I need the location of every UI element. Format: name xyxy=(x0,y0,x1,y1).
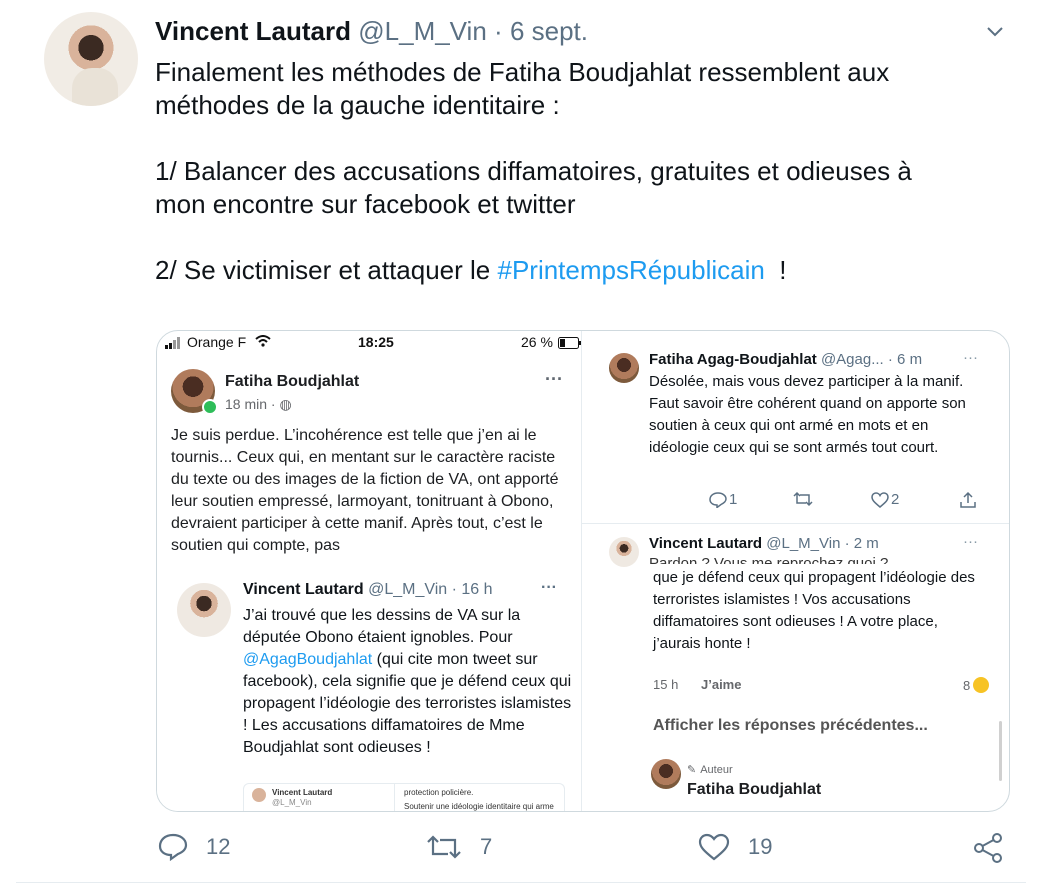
reply-action[interactable]: 12 xyxy=(158,833,230,861)
reply1-retweet-action[interactable] xyxy=(793,491,813,512)
retweet-action[interactable]: 7 xyxy=(426,833,492,861)
scrollbar[interactable] xyxy=(999,721,1002,781)
nested-author-name: Vincent Lautard xyxy=(272,788,333,797)
quoted-author-avatar[interactable] xyxy=(177,583,231,637)
heart-icon xyxy=(698,833,730,861)
reply2-header: Vincent Lautard @L_M_Vin · 2 m xyxy=(649,535,879,552)
quoted-tweet-screenshot: Vincent Lautard @L_M_Vin · 16 h ··· J’ai… xyxy=(157,569,581,811)
author-reply-name[interactable]: Fatiha Boudjahlat xyxy=(687,781,821,799)
reply1-like-count: 2 xyxy=(891,491,900,508)
tweet-text-main: Finalement les méthodes de Fatiha Boudja… xyxy=(155,57,912,285)
reply-icon xyxy=(158,833,188,861)
reply2-text: que je défend ceux qui propagent l’idéol… xyxy=(653,569,975,652)
share-icon[interactable] xyxy=(972,832,1004,864)
mention-link[interactable]: @AgagBoudjahlat xyxy=(243,651,372,668)
nested-tweet-preview: Vincent Lautard @L_M_Vin protection poli… xyxy=(243,783,565,811)
nested-text-line-1: protection policière. xyxy=(404,788,474,797)
author-badge: ✎ Auteur xyxy=(687,763,733,777)
author-handle[interactable]: @L_M_Vin xyxy=(358,16,487,46)
bottom-divider xyxy=(16,882,1026,883)
retweet-icon xyxy=(793,491,813,507)
reply1-header: Fatiha Agag-Boudjahlat @Agag... · 6 m xyxy=(649,351,922,368)
nested-avatar xyxy=(252,788,266,802)
reply2-reactions[interactable]: 8 xyxy=(963,677,990,693)
fb-more-icon[interactable]: ··· xyxy=(545,369,563,390)
quoted-text: J’ai trouvé que les dessins de VA sur la… xyxy=(243,605,573,759)
retweet-count: 7 xyxy=(480,834,493,859)
signal-icon xyxy=(165,336,181,352)
pencil-icon: ✎ xyxy=(687,764,697,776)
author-avatar[interactable] xyxy=(44,12,138,106)
reply2-like-link[interactable]: J’aime xyxy=(701,677,741,692)
reply2-overlap-text: Pardon ? Vous me reprochez quoi ? xyxy=(649,555,889,564)
reply2-time: 15 h xyxy=(653,677,679,692)
laugh-reaction-icon xyxy=(973,677,990,693)
heart-icon xyxy=(871,491,889,508)
reply1-text: Désolée, mais vous devez participer à la… xyxy=(649,373,966,456)
reply1-author-handle[interactable]: @Agag... xyxy=(821,351,884,368)
tweet-date[interactable]: 6 sept. xyxy=(510,16,588,46)
reply1-share-action[interactable] xyxy=(959,491,977,514)
author-badge-label: Auteur xyxy=(700,763,733,776)
nested-author-handle: @L_M_Vin xyxy=(272,798,312,807)
tweet-header: Vincent Lautard @L_M_Vin · 6 sept. xyxy=(155,16,588,47)
media-divider xyxy=(581,331,582,811)
like-action[interactable]: 19 xyxy=(698,833,772,861)
battery-percent: 26 % xyxy=(521,334,553,350)
show-previous-replies-link[interactable]: Afficher les réponses précédentes... xyxy=(653,717,928,735)
status-time: 18:25 xyxy=(358,334,394,350)
header-separator: · xyxy=(494,16,503,46)
fb-post-text: Je suis perdue. L’incohérence est telle … xyxy=(171,427,559,554)
reply-count: 12 xyxy=(206,834,231,859)
nested-text-line-2: Soutenir une idéologie identitaire qui a… xyxy=(404,802,554,811)
reactions-count: 8 xyxy=(963,677,971,693)
reply1-like-action[interactable]: 2 xyxy=(871,491,899,508)
wifi-icon xyxy=(255,334,271,350)
hashtag-link[interactable]: #PrintempsRépublicain xyxy=(497,255,764,285)
reply1-author-name[interactable]: Fatiha Agag-Boudjahlat xyxy=(649,351,817,368)
reply1-reply-count: 1 xyxy=(729,491,738,508)
reply2-more-icon[interactable]: ··· xyxy=(963,533,978,550)
author-name[interactable]: Vincent Lautard xyxy=(155,16,351,46)
reply-separator xyxy=(582,523,1009,524)
fb-post-meta: 18 min · ◍ xyxy=(225,396,292,413)
reply-icon xyxy=(709,491,727,508)
reply2-author-name[interactable]: Vincent Lautard xyxy=(649,535,762,552)
reply1-time: · 6 m xyxy=(887,351,923,368)
reply1-reply-action[interactable]: 1 xyxy=(709,491,737,508)
reply1-more-icon[interactable]: ··· xyxy=(963,349,978,366)
carrier-label: Orange F xyxy=(187,334,247,350)
quoted-text-start: J’ai trouvé que les dessins de VA sur la… xyxy=(243,607,521,646)
share-icon xyxy=(960,491,976,508)
phone-status-bar: Orange F 18:25 26 % xyxy=(165,333,581,352)
tweet-text-end: ! xyxy=(764,255,787,285)
quoted-author-handle[interactable]: @L_M_Vin · 16 h xyxy=(368,581,492,598)
quoted-header: Vincent Lautard @L_M_Vin · 16 h xyxy=(243,581,493,599)
media-screenshot[interactable]: Orange F 18:25 26 % Fatiha Boudjahlat 18… xyxy=(156,330,1010,812)
quoted-more-icon[interactable]: ··· xyxy=(541,579,557,597)
tweet-text: Finalement les méthodes de Fatiha Boudja… xyxy=(155,56,995,287)
reply2-author-handle[interactable]: @L_M_Vin · 2 m xyxy=(766,535,879,552)
battery-icon xyxy=(558,336,582,352)
fb-post-time: 18 min · xyxy=(225,396,280,412)
reply1-avatar[interactable] xyxy=(609,353,639,383)
like-count: 19 xyxy=(748,834,773,859)
retweet-icon xyxy=(427,835,461,859)
nested-divider xyxy=(394,784,395,811)
author-reply-avatar[interactable] xyxy=(651,759,681,789)
globe-icon: ◍ xyxy=(279,396,292,412)
chevron-down-icon[interactable] xyxy=(985,22,1005,42)
quoted-author-name[interactable]: Vincent Lautard xyxy=(243,581,364,598)
online-status-dot xyxy=(202,399,218,415)
reply2-avatar[interactable] xyxy=(609,537,639,567)
fb-author-name[interactable]: Fatiha Boudjahlat xyxy=(225,373,359,391)
